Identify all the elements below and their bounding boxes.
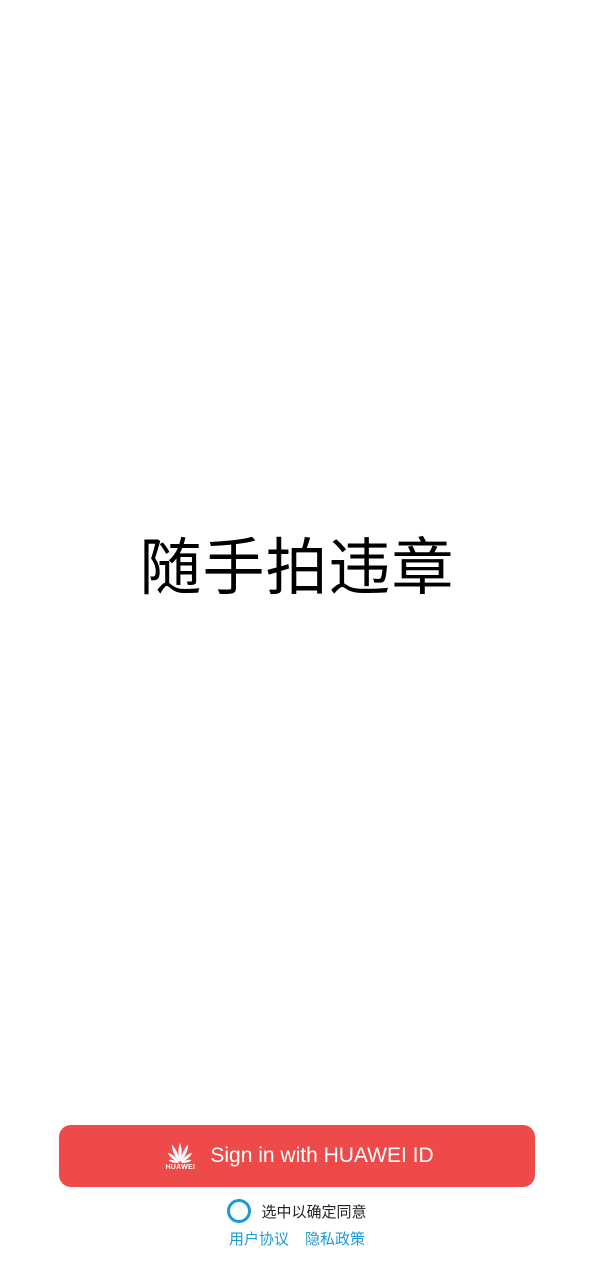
app-title: 随手拍违章 xyxy=(139,531,455,604)
login-screen: 随手拍违章 HUAWEI Sign in with HUAWEI ID 选中以确… xyxy=(0,0,594,1280)
huawei-logo-icon: HUAWEI xyxy=(160,1141,200,1172)
huawei-brand-text: HUAWEI xyxy=(165,1163,196,1171)
signin-label: Sign in with HUAWEI ID xyxy=(210,1144,434,1167)
policy-links: 用户协议 隐私政策 xyxy=(0,1226,594,1250)
user-agreement-link[interactable]: 用户协议 xyxy=(229,1228,289,1249)
agreement-radio[interactable] xyxy=(227,1199,252,1223)
huawei-signin-button[interactable]: HUAWEI Sign in with HUAWEI ID xyxy=(59,1125,535,1187)
huawei-petals-icon xyxy=(168,1142,193,1163)
agreement-text: 选中以确定同意 xyxy=(261,1202,367,1221)
agreement-row: 选中以确定同意 xyxy=(0,1197,594,1225)
privacy-policy-link[interactable]: 隐私政策 xyxy=(305,1228,365,1249)
